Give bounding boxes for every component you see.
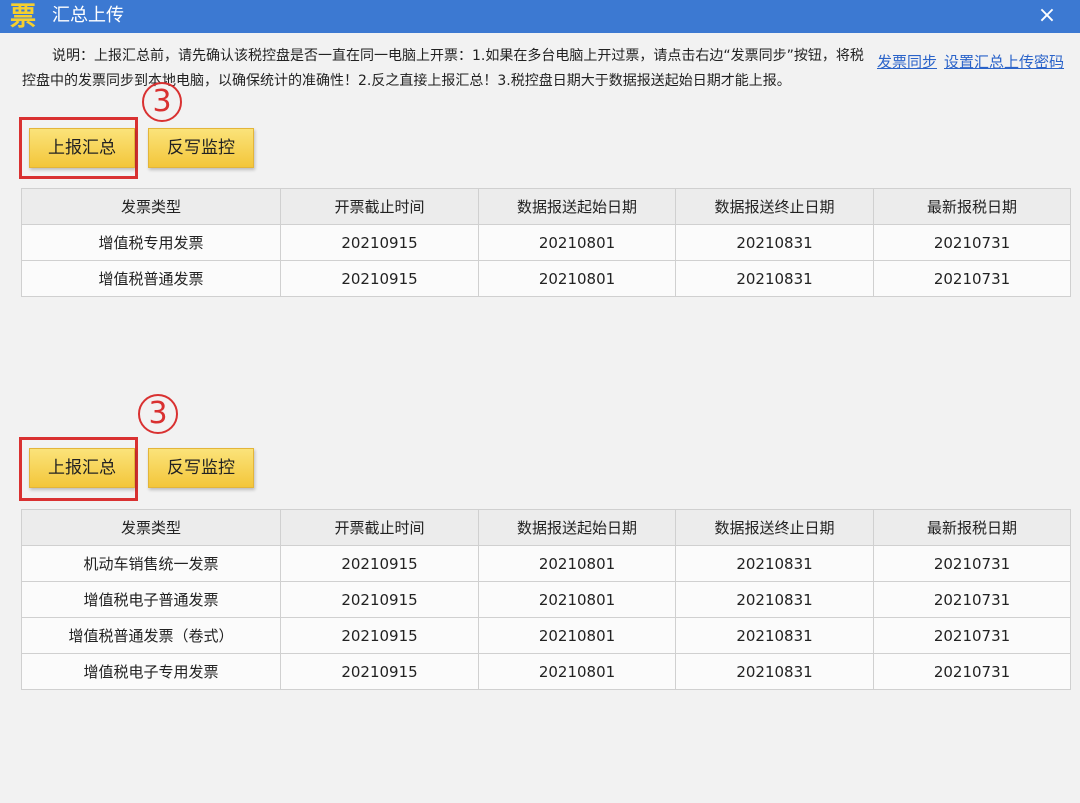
step-marker: 3 xyxy=(142,82,182,122)
table-cell: 20210831 xyxy=(675,653,874,690)
invoice-summary-table: 发票类型 开票截止时间 数据报送起始日期 数据报送终止日期 最新报税日期 机动车… xyxy=(21,509,1071,690)
title-bar: 票 汇总上传 × xyxy=(0,0,1080,33)
table-cell: 20210801 xyxy=(478,653,676,690)
window-title: 汇总上传 xyxy=(52,5,124,26)
table-cell: 20210731 xyxy=(873,581,1071,618)
table-cell: 20210831 xyxy=(675,581,874,618)
column-header: 开票截止时间 xyxy=(280,188,479,225)
close-icon[interactable]: × xyxy=(1032,2,1062,30)
column-header: 数据报送起始日期 xyxy=(478,509,676,546)
column-header: 数据报送终止日期 xyxy=(675,509,874,546)
table-row[interactable]: 增值税普通发票（卷式） 20210915 20210801 20210831 2… xyxy=(21,617,1071,654)
column-header: 数据报送终止日期 xyxy=(675,188,874,225)
column-header: 数据报送起始日期 xyxy=(478,188,676,225)
invoice-app-icon: 票 xyxy=(9,2,36,32)
column-header: 最新报税日期 xyxy=(873,509,1071,546)
write-back-monitor-button[interactable]: 反写监控 xyxy=(148,128,254,168)
table-row[interactable]: 机动车销售统一发票 20210915 20210801 20210831 202… xyxy=(21,545,1071,582)
table-cell: 20210731 xyxy=(873,545,1071,582)
column-header: 最新报税日期 xyxy=(873,188,1071,225)
table-cell: 20210915 xyxy=(280,581,479,618)
table-cell: 20210801 xyxy=(478,581,676,618)
table-cell: 20210731 xyxy=(873,260,1071,297)
table-cell: 机动车销售统一发票 xyxy=(21,545,281,582)
column-header: 发票类型 xyxy=(21,509,281,546)
table-cell: 20210831 xyxy=(675,260,874,297)
write-back-monitor-button[interactable]: 反写监控 xyxy=(148,448,254,488)
table-cell: 20210731 xyxy=(873,653,1071,690)
table-header-row: 发票类型 开票截止时间 数据报送起始日期 数据报送终止日期 最新报税日期 xyxy=(21,509,1071,546)
table-cell: 20210801 xyxy=(478,545,676,582)
table-header-row: 发票类型 开票截止时间 数据报送起始日期 数据报送终止日期 最新报税日期 xyxy=(21,188,1071,225)
table-row[interactable]: 增值税电子普通发票 20210915 20210801 20210831 202… xyxy=(21,581,1071,618)
table-cell: 20210801 xyxy=(478,260,676,297)
table-cell: 增值税普通发票 xyxy=(21,260,281,297)
report-summary-button[interactable]: 上报汇总 xyxy=(29,448,135,488)
table-cell: 20210801 xyxy=(478,224,676,261)
table-row[interactable]: 增值税专用发票 20210915 20210801 20210831 20210… xyxy=(21,224,1071,261)
table-cell: 20210731 xyxy=(873,224,1071,261)
table-row[interactable]: 增值税普通发票 20210915 20210801 20210831 20210… xyxy=(21,260,1071,297)
table-cell: 20210915 xyxy=(280,224,479,261)
table-cell: 20210831 xyxy=(675,224,874,261)
column-header: 开票截止时间 xyxy=(280,509,479,546)
invoice-summary-table: 发票类型 开票截止时间 数据报送起始日期 数据报送终止日期 最新报税日期 增值税… xyxy=(21,188,1071,297)
table-cell: 增值税普通发票（卷式） xyxy=(21,617,281,654)
table-cell: 20210831 xyxy=(675,545,874,582)
table-cell: 20210915 xyxy=(280,260,479,297)
table-cell: 20210801 xyxy=(478,617,676,654)
column-header: 发票类型 xyxy=(21,188,281,225)
table-cell: 20210915 xyxy=(280,545,479,582)
table-cell: 增值税电子专用发票 xyxy=(21,653,281,690)
table-row[interactable]: 增值税电子专用发票 20210915 20210801 20210831 202… xyxy=(21,653,1071,690)
table-cell: 20210831 xyxy=(675,617,874,654)
table-cell: 增值税专用发票 xyxy=(21,224,281,261)
report-summary-button[interactable]: 上报汇总 xyxy=(29,128,135,168)
table-cell: 20210915 xyxy=(280,653,479,690)
table-cell: 增值税电子普通发票 xyxy=(21,581,281,618)
invoice-sync-link[interactable]: 发票同步 xyxy=(877,52,937,72)
set-upload-password-link[interactable]: 设置汇总上传密码 xyxy=(944,52,1064,72)
table-cell: 20210915 xyxy=(280,617,479,654)
step-marker: 3 xyxy=(138,394,178,434)
table-cell: 20210731 xyxy=(873,617,1071,654)
